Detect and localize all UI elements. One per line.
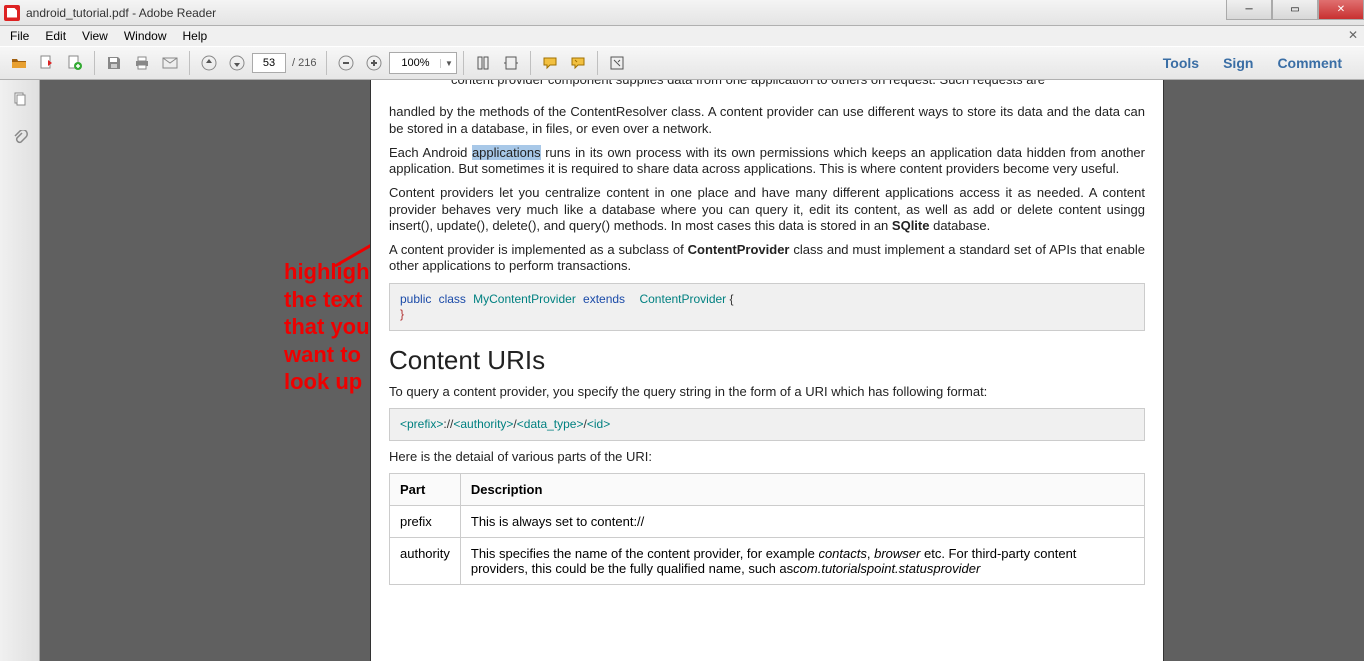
page-down-button[interactable] [224, 50, 250, 76]
menu-view[interactable]: View [76, 27, 114, 45]
zoom-input[interactable] [390, 57, 440, 69]
page-number-input[interactable] [252, 53, 286, 73]
code-block: <prefix>://<authority>/<data_type>/<id> [389, 408, 1145, 441]
print-button[interactable] [129, 50, 155, 76]
thumbnails-tab[interactable] [6, 86, 34, 114]
zoom-dropdown[interactable]: ▼ [440, 59, 456, 68]
annotation-text: highlight the text that you want to look… [284, 258, 377, 396]
maximize-button[interactable]: ▭ [1272, 0, 1318, 20]
document-page[interactable]: A content provider component supplies da… [370, 80, 1164, 661]
heading-content-uris: Content URIs [389, 345, 1145, 376]
zoom-out-button[interactable] [333, 50, 359, 76]
comment-panel-button[interactable]: Comment [1271, 51, 1348, 75]
table-header: Description [460, 474, 1144, 506]
table-header: Part [390, 474, 461, 506]
sign-panel-button[interactable]: Sign [1217, 51, 1259, 75]
paragraph: content provider component supplies data… [451, 80, 1045, 88]
zoom-in-button[interactable] [361, 50, 387, 76]
table-row: prefixThis is always set to content:// [390, 506, 1145, 538]
code-block: public class MyContentProvider extends C… [389, 283, 1145, 331]
right-gutter [1164, 80, 1364, 661]
fit-width-button[interactable] [498, 50, 524, 76]
menu-help[interactable]: Help [177, 27, 214, 45]
close-button[interactable]: ✕ [1318, 0, 1364, 20]
adobe-reader-icon [4, 5, 20, 21]
zoom-combo[interactable]: ▼ [389, 52, 457, 74]
attachments-tab[interactable] [6, 124, 34, 152]
export-pdf-button[interactable] [34, 50, 60, 76]
dropcap: A [389, 80, 441, 96]
paragraph: handled by the methods of the ContentRes… [389, 104, 1145, 137]
toolbar: / 216 ▼ Tools Sign Comment [0, 46, 1364, 80]
page-up-button[interactable] [196, 50, 222, 76]
uri-parts-table: PartDescription prefixThis is always set… [389, 473, 1145, 585]
save-button[interactable] [101, 50, 127, 76]
side-panel-tabs [0, 80, 40, 661]
paragraph: Content providers let you centralize con… [389, 185, 1145, 234]
minimize-button[interactable]: ─ [1226, 0, 1272, 20]
menu-bar: File Edit View Window Help [0, 26, 1364, 46]
page-total-label: / 216 [292, 57, 316, 69]
paragraph: A content provider is implemented as a s… [389, 242, 1145, 275]
window-title: android_tutorial.pdf - Adobe Reader [26, 6, 216, 20]
email-button[interactable] [157, 50, 183, 76]
open-button[interactable] [6, 50, 32, 76]
highlight-tool-button[interactable] [565, 50, 591, 76]
menu-edit[interactable]: Edit [39, 27, 72, 45]
menu-file[interactable]: File [4, 27, 35, 45]
comment-tool-button[interactable] [537, 50, 563, 76]
paragraph: Here is the detaial of various parts of … [389, 449, 1145, 465]
window-titlebar: android_tutorial.pdf - Adobe Reader ─ ▭ … [0, 0, 1364, 26]
table-row: authorityThis specifies the name of the … [390, 538, 1145, 585]
fit-page-button[interactable] [470, 50, 496, 76]
tools-panel-button[interactable]: Tools [1157, 51, 1205, 75]
left-gutter: highlight the text that you want to look… [40, 80, 370, 661]
read-mode-button[interactable] [604, 50, 630, 76]
paragraph: Each Android applications runs in its ow… [389, 145, 1145, 178]
document-close-button[interactable]: ✕ [1348, 28, 1358, 42]
paragraph: To query a content provider, you specify… [389, 384, 1145, 400]
highlighted-text[interactable]: applications [472, 145, 541, 160]
menu-window[interactable]: Window [118, 27, 173, 45]
create-pdf-button[interactable] [62, 50, 88, 76]
